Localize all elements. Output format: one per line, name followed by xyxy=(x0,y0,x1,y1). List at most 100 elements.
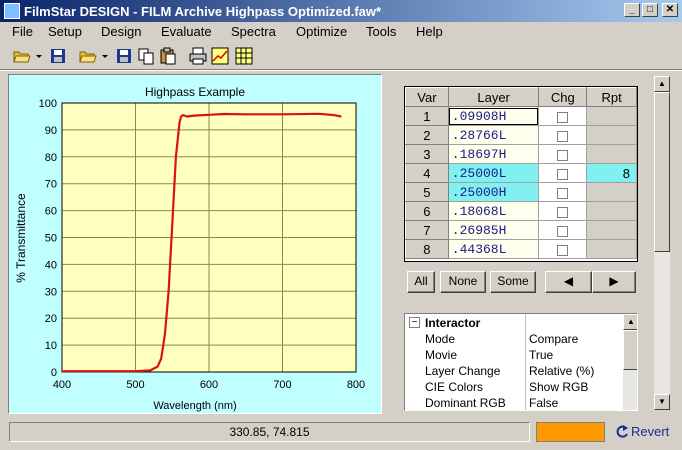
property-value[interactable]: Compare xyxy=(529,332,578,346)
close-button[interactable]: ✕ xyxy=(662,3,678,17)
change-checkbox[interactable] xyxy=(557,149,569,161)
repeat-cell[interactable] xyxy=(586,125,637,145)
y-tick-label: 40 xyxy=(45,259,57,271)
scroll-down-icon[interactable]: ▼ xyxy=(654,394,670,410)
change-checkbox[interactable] xyxy=(557,206,569,218)
property-value[interactable]: False xyxy=(529,396,558,410)
table-row[interactable]: 3 .18697H xyxy=(405,144,637,164)
property-scrollbar[interactable]: ▲ xyxy=(623,314,637,410)
y-axis-label: % Transmittance xyxy=(14,193,28,283)
paste-icon[interactable] xyxy=(158,46,178,66)
chevron-down-icon[interactable] xyxy=(34,46,44,66)
column-header-var[interactable]: Var xyxy=(405,87,449,107)
copy-icon[interactable] xyxy=(136,46,156,66)
repeat-cell[interactable] xyxy=(586,220,637,240)
app-icon xyxy=(4,3,20,19)
menu-evaluate[interactable]: Evaluate xyxy=(161,24,212,39)
property-row[interactable]: Mode Compare xyxy=(405,331,623,347)
chevron-down-icon[interactable] xyxy=(100,46,110,66)
repeat-cell[interactable]: 8 xyxy=(586,163,637,183)
scroll-thumb[interactable] xyxy=(654,92,670,252)
layer-grid: Var Layer Chg Rpt 1 .09908H 2 .28766L 3 … xyxy=(404,86,638,262)
row-number[interactable]: 5 xyxy=(405,182,449,202)
select-all-button[interactable]: All xyxy=(407,271,435,293)
chart-icon[interactable] xyxy=(210,46,230,66)
layer-cell[interactable]: .28766L xyxy=(447,125,540,145)
maximize-button[interactable]: □ xyxy=(642,3,658,17)
open-icon[interactable] xyxy=(78,46,98,66)
menu-file[interactable]: File xyxy=(12,24,33,39)
repeat-cell[interactable] xyxy=(586,106,637,126)
row-number[interactable]: 8 xyxy=(405,239,449,259)
property-row[interactable]: CIE Colors Show RGB xyxy=(405,379,623,395)
repeat-cell[interactable] xyxy=(586,201,637,221)
layer-cell[interactable]: .18697H xyxy=(447,144,540,164)
menu-setup[interactable]: Setup xyxy=(48,24,82,39)
row-number[interactable]: 6 xyxy=(405,201,449,221)
table-row[interactable]: 8 .44368L xyxy=(405,239,637,259)
menu-design[interactable]: Design xyxy=(101,24,141,39)
row-number[interactable]: 1 xyxy=(405,106,449,126)
scroll-up-icon[interactable]: ▲ xyxy=(623,314,637,330)
change-checkbox[interactable] xyxy=(557,187,569,199)
table-row[interactable]: 1 .09908H xyxy=(405,106,637,126)
layer-cell[interactable]: .25000L xyxy=(447,163,540,183)
layer-cell[interactable]: .09908H xyxy=(447,106,540,126)
table-icon[interactable] xyxy=(234,46,254,66)
select-none-button[interactable]: None xyxy=(440,271,486,293)
change-cell xyxy=(538,182,588,202)
x-tick-label: 600 xyxy=(200,379,218,391)
column-header-chg[interactable]: Chg xyxy=(538,87,588,107)
repeat-cell[interactable] xyxy=(586,239,637,259)
change-checkbox[interactable] xyxy=(557,168,569,180)
change-checkbox[interactable] xyxy=(557,244,569,256)
menu-spectra[interactable]: Spectra xyxy=(231,24,276,39)
change-checkbox[interactable] xyxy=(557,130,569,142)
property-group-header[interactable]: − Interactor xyxy=(405,315,623,331)
menu-optimize[interactable]: Optimize xyxy=(296,24,347,39)
property-row[interactable]: Movie True xyxy=(405,347,623,363)
table-row[interactable]: 6 .18068L xyxy=(405,201,637,221)
repeat-cell[interactable] xyxy=(586,144,637,164)
layer-cell[interactable]: .26985H xyxy=(447,220,540,240)
layer-cell[interactable]: .44368L xyxy=(447,239,540,259)
scroll-up-icon[interactable]: ▲ xyxy=(654,76,670,92)
property-value[interactable]: Relative (%) xyxy=(529,364,594,378)
table-row[interactable]: 4 .25000L 8 xyxy=(405,163,637,183)
revert-button[interactable]: Revert xyxy=(614,424,680,442)
row-number[interactable]: 4 xyxy=(405,163,449,183)
menu-help[interactable]: Help xyxy=(416,24,443,39)
next-button[interactable]: ▶ xyxy=(592,271,636,293)
open-icon[interactable] xyxy=(12,46,32,66)
x-tick-label: 400 xyxy=(53,379,71,391)
menu-tools[interactable]: Tools xyxy=(366,24,396,39)
repeat-cell[interactable] xyxy=(586,182,637,202)
save-icon[interactable] xyxy=(48,46,68,66)
minimize-button[interactable]: _ xyxy=(624,3,640,17)
scroll-thumb[interactable] xyxy=(623,330,637,370)
change-checkbox[interactable] xyxy=(557,225,569,237)
row-number[interactable]: 7 xyxy=(405,220,449,240)
change-checkbox[interactable] xyxy=(557,111,569,123)
table-row[interactable]: 2 .28766L xyxy=(405,125,637,145)
collapse-icon[interactable]: − xyxy=(409,317,420,328)
column-header-rpt[interactable]: Rpt xyxy=(586,87,637,107)
property-value[interactable]: Show RGB xyxy=(529,380,588,394)
print-icon[interactable] xyxy=(188,46,208,66)
property-row[interactable]: Layer Change Relative (%) xyxy=(405,363,623,379)
property-key: Dominant RGB xyxy=(425,396,506,410)
toolbar-divider xyxy=(0,69,682,71)
column-header-layer[interactable]: Layer xyxy=(447,87,540,107)
panel-scrollbar[interactable]: ▲ ▼ xyxy=(654,76,670,410)
save-icon[interactable] xyxy=(114,46,134,66)
table-row[interactable]: 7 .26985H xyxy=(405,220,637,240)
table-row[interactable]: 5 .25000H xyxy=(405,182,637,202)
layer-cell[interactable]: .25000H xyxy=(447,182,540,202)
property-row[interactable]: Dominant RGB False xyxy=(405,395,623,410)
previous-button[interactable]: ◀ xyxy=(545,271,592,293)
row-number[interactable]: 3 xyxy=(405,144,449,164)
property-value[interactable]: True xyxy=(529,348,553,362)
select-some-button[interactable]: Some xyxy=(490,271,536,293)
layer-cell[interactable]: .18068L xyxy=(447,201,540,221)
row-number[interactable]: 2 xyxy=(405,125,449,145)
